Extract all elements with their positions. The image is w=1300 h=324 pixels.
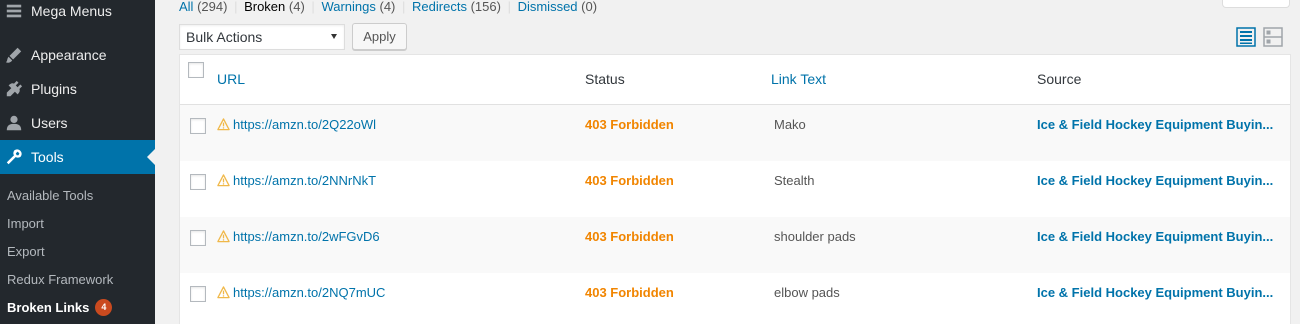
select-all-checkbox[interactable] [188,62,204,78]
column-header-status: Status [585,71,625,87]
status-text: 403 Forbidden [585,229,674,244]
filter-count: (0) [581,0,598,14]
status-text: 403 Forbidden [585,173,674,188]
admin-sidebar: Mega Menus Appearance Plugins Users Tool… [0,0,155,324]
url-text: https://amzn.to/2wFGvD6 [233,229,380,244]
filter-broken[interactable]: Broken [244,0,285,14]
brush-icon [4,45,24,65]
menu-item-appearance[interactable]: Appearance [0,38,155,72]
menu-item-tools[interactable]: Tools [0,140,155,174]
url-link[interactable]: https://amzn.to/2NNrNkT [217,173,376,188]
submenu-item-broken-links[interactable]: Broken Links 4 [0,293,155,321]
menu-item-plugins[interactable]: Plugins [0,72,155,106]
link-text: shoulder pads [774,229,856,244]
warning-icon [217,230,230,243]
filter-count: (156) [470,0,501,14]
menu-item-label: Mega Menus [31,3,112,19]
column-header-source: Source [1037,71,1082,87]
filter-count: (294) [197,0,228,14]
filter-count: (4) [288,0,305,14]
filter-count: (4) [379,0,396,14]
menu-item-label: Tools [31,149,64,165]
url-link[interactable]: https://amzn.to/2NQ7mUC [217,285,385,300]
submenu-item-import[interactable]: Import [0,209,155,237]
filter-redirects[interactable]: Redirects [412,0,467,14]
filter-separator: | [234,0,238,14]
warning-icon [217,286,230,299]
status-filters: All (294) | Broken (4) | Warnings (4) | … [179,0,597,14]
filter-warnings[interactable]: Warnings [321,0,375,14]
menu-item-label: Appearance [31,47,107,63]
source-link[interactable]: Ice & Field Hockey Equipment Buyin... [1037,173,1285,188]
user-icon [4,113,24,133]
table-row: https://amzn.to/2NNrNkT 403 Forbidden St… [180,161,1290,217]
column-header-url[interactable]: URL [217,71,245,87]
row-checkbox[interactable] [190,174,206,190]
link-text: Stealth [774,173,815,188]
table-row: https://amzn.to/2Q22oWl 403 Forbidden Ma… [180,105,1290,161]
bulk-actions-select[interactable]: Bulk Actions [179,24,345,50]
menu-item-users[interactable]: Users [0,106,155,140]
table-row: https://amzn.to/2wFGvD6 403 Forbidden sh… [180,217,1290,273]
filter-all[interactable]: All [179,0,193,14]
source-link[interactable]: Ice & Field Hockey Equipment Buyin... [1037,117,1285,132]
apply-button[interactable]: Apply [352,23,407,50]
wrench-icon [4,147,24,167]
table-header: URL Status Link Text Source [180,55,1290,105]
submenu-item-redux-framework[interactable]: Redux Framework [0,265,155,293]
filter-separator: | [311,0,315,14]
list-view-icon[interactable] [1236,27,1256,47]
menu-icon [4,1,24,21]
source-link[interactable]: Ice & Field Hockey Equipment Buyin... [1037,285,1285,300]
url-link[interactable]: https://amzn.to/2wFGvD6 [217,229,380,244]
submenu-item-label: Export [7,243,45,259]
submenu-item-available-tools[interactable]: Available Tools [0,181,155,209]
link-text: Mako [774,117,806,132]
url-text: https://amzn.to/2Q22oWl [233,117,377,132]
url-text: https://amzn.to/2NQ7mUC [233,285,386,300]
column-header-link-text[interactable]: Link Text [771,71,826,87]
submenu-item-export[interactable]: Export [0,237,155,265]
submenu-item-label: Broken Links [7,299,90,315]
chevron-down-icon [331,34,337,39]
menu-item-mega-menus[interactable]: Mega Menus [0,0,155,28]
submenu-item-label: Import [7,215,44,231]
link-text: elbow pads [774,285,840,300]
table-row: https://amzn.to/2NQ7mUC 403 Forbidden el… [180,273,1290,324]
menu-item-label: Users [31,115,68,131]
status-text: 403 Forbidden [585,285,674,300]
excerpt-view-icon[interactable] [1263,27,1283,47]
url-link[interactable]: https://amzn.to/2Q22oWl [217,117,376,132]
filter-separator: | [507,0,511,14]
submenu-item-label: Redux Framework [7,271,114,287]
url-text: https://amzn.to/2NNrNkT [233,173,377,188]
bulk-actions-value: Bulk Actions [186,29,263,45]
filter-separator: | [402,0,406,14]
main-content: All (294) | Broken (4) | Warnings (4) | … [155,0,1300,324]
warning-icon [217,174,230,187]
source-link[interactable]: Ice & Field Hockey Equipment Buyin... [1037,229,1285,244]
submenu-item-label: Available Tools [7,187,94,203]
row-checkbox[interactable] [190,286,206,302]
menu-item-label: Plugins [31,81,77,97]
plug-icon [4,79,24,99]
row-checkbox[interactable] [190,230,206,246]
broken-links-table: URL Status Link Text Source https://amzn… [179,54,1291,324]
screen-options-button[interactable] [1222,0,1290,8]
row-checkbox[interactable] [190,118,206,134]
filter-dismissed[interactable]: Dismissed [518,0,578,14]
count-badge: 4 [95,298,113,316]
warning-icon [217,118,230,131]
status-text: 403 Forbidden [585,117,674,132]
